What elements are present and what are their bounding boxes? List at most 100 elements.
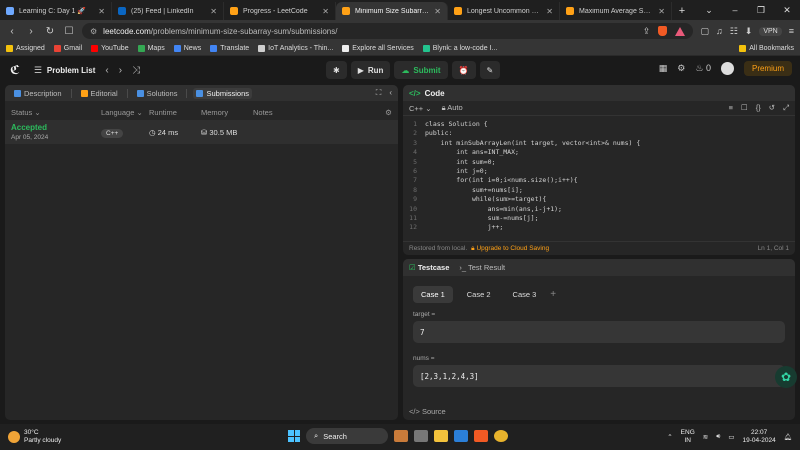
avatar[interactable] [720, 62, 734, 75]
close-tab-icon[interactable]: ✕ [658, 7, 665, 16]
close-tab-icon[interactable]: ✕ [98, 7, 105, 16]
case-tab[interactable]: Case 2 [459, 286, 499, 303]
bookmark-item[interactable]: Assigned [6, 45, 45, 52]
code-line[interactable]: 6 int j=0; [403, 167, 795, 176]
code-line[interactable]: 9 while(sum>=target){ [403, 195, 795, 204]
autosave-toggle[interactable]: 🔒︎ Auto [442, 103, 463, 113]
language-indicator[interactable]: ENG IN [681, 429, 695, 445]
file-explorer-icon[interactable] [434, 430, 448, 442]
menu-icon[interactable]: ≡ [789, 26, 794, 36]
browser-tab[interactable]: Maximum Average Subarray I ✕ [560, 2, 672, 20]
bookmark-code-icon[interactable]: ☐ [741, 103, 748, 113]
random-problem-icon[interactable]: ⤨ [132, 65, 140, 76]
language-filter[interactable]: Language ⌄ [101, 108, 149, 117]
widgets-icon[interactable] [394, 430, 408, 442]
volume-icon[interactable]: 🔊︎ [716, 433, 720, 441]
downloads-icon[interactable]: ⬇ [745, 26, 753, 37]
submit-button[interactable]: ☁ Submit [394, 61, 448, 79]
add-case-icon[interactable]: + [550, 289, 556, 300]
code-line[interactable]: 5 int sum=0; [403, 158, 795, 167]
format-icon[interactable]: ≡ [729, 103, 733, 113]
bookmark-item[interactable]: IoT Analytics - Thin... [258, 45, 333, 52]
code-area[interactable]: 1 class Solution {2 public: 3 int minSubArr… [403, 116, 795, 233]
windows-start-icon[interactable] [288, 430, 300, 442]
close-window-icon[interactable]: ✕ [774, 0, 800, 20]
code-line[interactable]: 10 ans=min(ans,i-j+1); [403, 205, 795, 214]
close-tab-icon[interactable]: ✕ [546, 7, 553, 16]
all-bookmarks-button[interactable]: All Bookmarks [739, 45, 794, 52]
expand-icon[interactable]: ⤢ [783, 103, 789, 113]
notification-icon[interactable]: 🔔︎ [784, 433, 792, 441]
settings-icon[interactable]: ⚙ [677, 63, 685, 74]
debug-button[interactable]: ✱ [326, 61, 347, 79]
submission-row[interactable]: Accepted Apr 05, 2024 C++ ◷ 24 ms ⛁ 30.5… [5, 120, 398, 144]
notes-button[interactable]: ✎ [479, 61, 501, 79]
browser-tab[interactable]: Learning C: Day 1 🚀 ✕ [0, 2, 112, 20]
tab-submissions[interactable]: Submissions [193, 87, 253, 99]
code-line[interactable]: 1 class Solution { [403, 120, 795, 129]
code-line[interactable]: 12 j++; [403, 223, 795, 232]
submission-status[interactable]: Accepted [11, 123, 101, 132]
upgrade-link[interactable]: 🔒︎ Upgrade to Cloud Saving [471, 245, 549, 253]
close-tab-icon[interactable]: ✕ [322, 7, 329, 16]
bookmark-item[interactable]: Maps [137, 45, 165, 52]
reload-icon[interactable]: ↻ [44, 26, 56, 37]
extensions-icon[interactable]: ☷ [730, 26, 738, 37]
reset-icon[interactable]: ↺ [769, 103, 775, 113]
minimize-icon[interactable]: – [722, 0, 748, 20]
prev-problem-icon[interactable]: ‹ [105, 65, 108, 76]
site-info-icon[interactable]: ⚙ [90, 27, 97, 36]
braces-icon[interactable]: {} [756, 103, 761, 113]
language-select[interactable]: C++ ⌄ [409, 104, 432, 113]
bookmark-item[interactable]: Explore all Services [342, 45, 414, 52]
tab-editorial[interactable]: Editorial [78, 88, 121, 99]
battery-icon[interactable]: ▭ [728, 433, 734, 441]
fullscreen-icon[interactable]: ⛶ [376, 88, 382, 98]
forward-icon[interactable]: › [25, 26, 37, 37]
testcase-input[interactable]: [2,3,1,2,4,3] [413, 365, 785, 387]
brave-rewards-icon[interactable] [675, 26, 686, 36]
browser-tab[interactable]: Longest Uncommon Subseque ✕ [448, 2, 560, 20]
bookmark-item[interactable]: News [173, 45, 201, 52]
taskbar-search[interactable]: ⌕ Search [306, 428, 388, 444]
streak-counter[interactable]: ♨ 0 [695, 63, 711, 74]
tab-solutions[interactable]: Solutions [134, 88, 181, 99]
url-bar[interactable]: ⚙ leetcode.com/problems/minimum-size-sub… [82, 23, 694, 39]
case-tab[interactable]: Case 3 [505, 286, 545, 303]
code-line[interactable]: 11 sum-=nums[j]; [403, 214, 795, 223]
wifi-icon[interactable]: ≋ [703, 433, 708, 441]
collapse-icon[interactable]: ‹ [389, 88, 392, 98]
bookmark-item[interactable]: Blynk: a low-code I... [422, 45, 497, 52]
tab-testcase[interactable]: ☑ Testcase [409, 263, 449, 272]
bookmark-icon[interactable]: ☐ [63, 26, 75, 37]
weather-widget[interactable]: 30°C Partly cloudy [0, 429, 61, 445]
show-hidden-icon[interactable]: ⌃ [667, 433, 672, 441]
close-tab-icon[interactable]: ✕ [210, 7, 217, 16]
code-line[interactable]: 3 int minSubArrayLen(int target, vector<… [403, 139, 795, 148]
ms-store-icon[interactable] [454, 430, 468, 442]
problem-list-button[interactable]: ☰ Problem List [34, 65, 96, 76]
close-tab-icon[interactable]: ✕ [434, 7, 441, 16]
brave-shields-icon[interactable] [658, 26, 668, 36]
leetcode-logo-icon[interactable]: ℭ [10, 63, 20, 77]
tab-test-result[interactable]: ›_ Test Result [459, 263, 505, 272]
leetcode-assistant-icon[interactable]: ✿ [775, 366, 797, 388]
code-line[interactable]: 8 sum+=nums[i]; [403, 186, 795, 195]
maximize-icon[interactable]: ❐ [748, 0, 774, 20]
timer-button[interactable]: ⏰ [451, 61, 476, 79]
wallet-icon[interactable]: ♫ [716, 26, 723, 36]
column-settings-icon[interactable]: ⚙ [385, 108, 392, 117]
code-line[interactable]: 7 for(int i=0;i<nums.size();i++){ [403, 176, 795, 185]
browser-tab[interactable]: (25) Feed | LinkedIn ✕ [112, 2, 224, 20]
clock[interactable]: 22:07 19-04-2024 [742, 429, 775, 445]
brave-taskbar-icon[interactable] [474, 430, 488, 442]
source-link[interactable]: </> Source [409, 407, 446, 416]
layout-icon[interactable]: ▦ [659, 63, 668, 74]
browser-tab[interactable]: Progress - LeetCode ✕ [224, 2, 336, 20]
vpn-button[interactable]: VPN [759, 26, 782, 36]
sidebar-icon[interactable]: ▢ [700, 26, 709, 37]
bookmark-item[interactable]: Gmail [53, 45, 82, 52]
share-icon[interactable]: ⇪ [643, 26, 651, 37]
bookmark-item[interactable]: Translate [210, 45, 249, 52]
back-icon[interactable]: ‹ [6, 26, 18, 37]
